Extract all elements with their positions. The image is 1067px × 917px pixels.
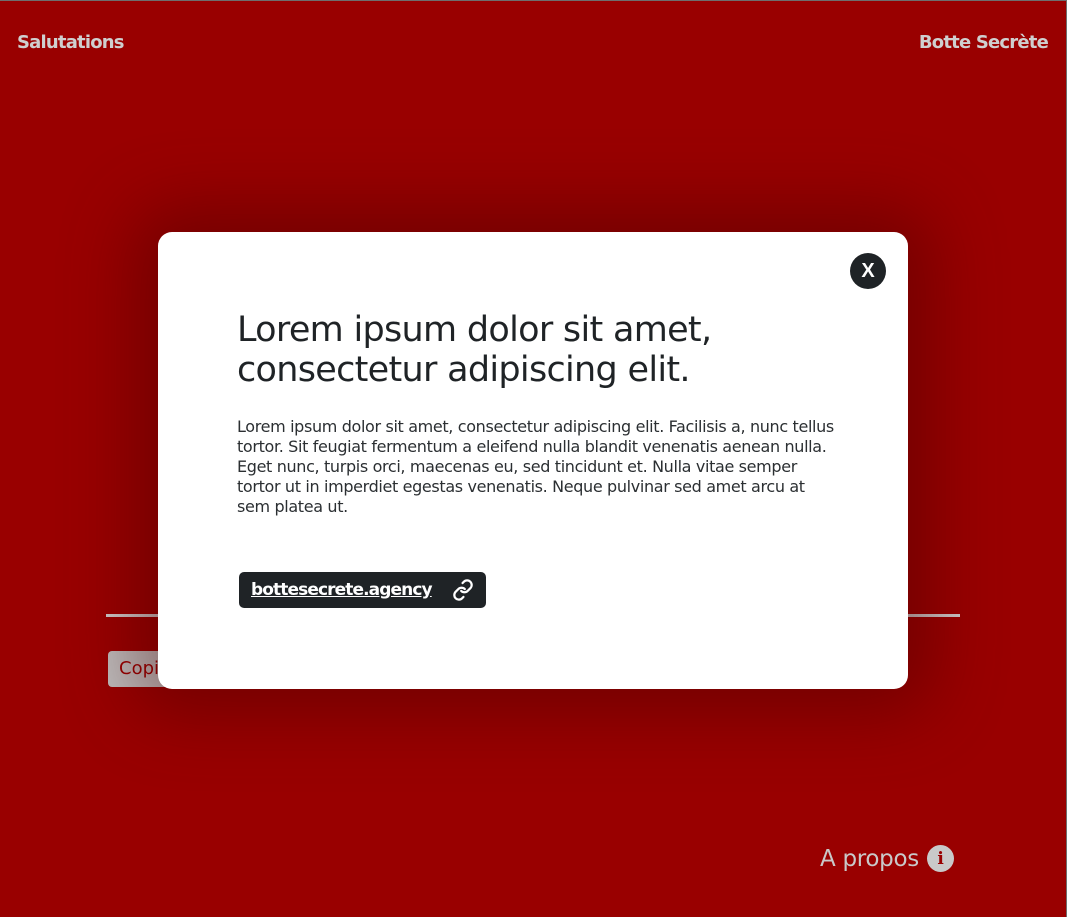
info-icon: i	[926, 845, 954, 872]
website-link-button[interactable]: bottesecrete.agency	[239, 572, 486, 608]
brand-link[interactable]: Botte Secrète	[919, 32, 1049, 53]
about-link[interactable]: A propos i	[820, 845, 954, 872]
salutations-link[interactable]: Salutations	[17, 32, 125, 53]
website-link-label: bottesecrete.agency	[251, 580, 433, 600]
modal-title: Lorem ipsum dolor sit amet, consectetur …	[237, 310, 712, 390]
close-button[interactable]: X	[850, 253, 886, 289]
about-label: A propos	[820, 845, 919, 872]
modal-body-text: Lorem ipsum dolor sit amet, consectetur …	[237, 417, 834, 516]
about-modal: X Lorem ipsum dolor sit amet, consectetu…	[158, 232, 908, 689]
link-icon	[452, 579, 474, 601]
